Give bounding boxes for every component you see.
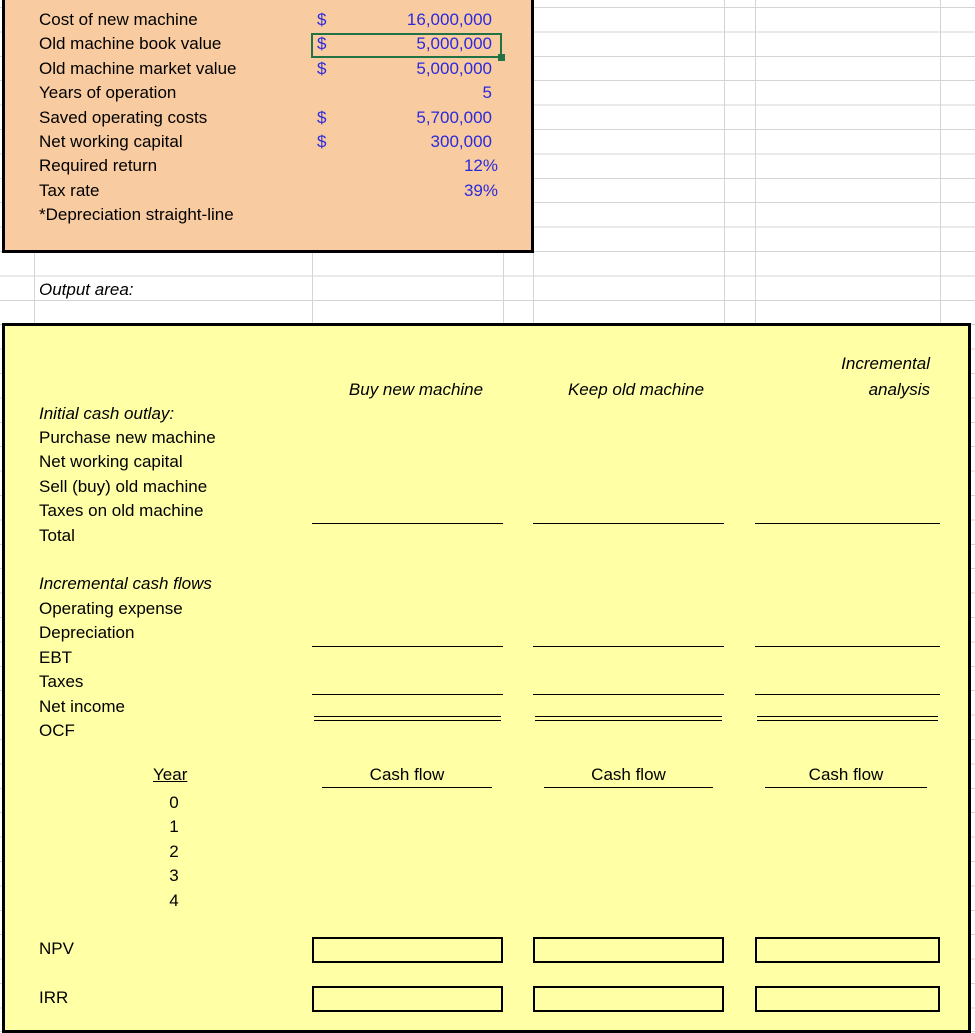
input-label: Old machine market value <box>39 58 237 78</box>
npv-cell[interactable] <box>533 937 724 963</box>
cash-flow-row-label: EBT <box>39 647 73 667</box>
cash-flow-label-buy: Cash flow <box>369 765 445 784</box>
input-value-cell[interactable]: 5,000,000 <box>416 59 492 79</box>
initial-outlay-row-label: Sell (buy) old machine <box>39 476 208 496</box>
year-value: 4 <box>169 890 179 910</box>
currency-symbol: $ <box>317 107 327 127</box>
cash-flow-row-label: Taxes <box>39 672 84 692</box>
input-value-cell[interactable]: 5,700,000 <box>416 108 492 128</box>
input-label: *Depreciation straight-line <box>39 205 234 225</box>
cash-flows-heading: Incremental cash flows <box>39 574 212 593</box>
currency-symbol: $ <box>317 58 327 78</box>
year-label: Year <box>153 765 188 784</box>
input-label: Cost of new machine <box>39 10 198 29</box>
buy-new-machine-header: Buy new machine <box>348 380 484 399</box>
total-underline <box>755 646 940 647</box>
output-area-label: Output area: <box>39 280 134 299</box>
input-label: Tax rate <box>39 180 100 200</box>
total-underline <box>755 694 940 695</box>
total-underline <box>755 523 940 524</box>
total-underline <box>312 646 503 647</box>
double-underline <box>314 716 501 721</box>
year-value: 3 <box>169 866 179 886</box>
irr-label: IRR <box>39 988 69 1007</box>
cash-flow-underline <box>765 787 927 788</box>
cash-flow-row-label: Depreciation <box>39 623 135 643</box>
currency-symbol: $ <box>317 10 327 29</box>
npv-cell[interactable] <box>312 937 503 963</box>
selected-cell[interactable] <box>311 33 505 61</box>
cash-flow-row-label: Net income <box>39 696 125 716</box>
total-underline <box>533 694 724 695</box>
cash-flow-label-incremental: Cash flow <box>808 765 884 784</box>
input-value-cell[interactable]: 12% <box>464 156 498 176</box>
incremental-header-2: analysis <box>868 380 930 399</box>
input-value-cell[interactable]: 5 <box>483 83 492 103</box>
input-label: Saved operating costs <box>39 107 208 127</box>
keep-old-machine-header: Keep old machine <box>567 380 705 399</box>
input-label: Net working capital <box>39 132 183 151</box>
irr-cell[interactable] <box>312 986 503 1012</box>
npv-cell[interactable] <box>755 937 940 963</box>
cash-flow-underline <box>322 787 492 788</box>
incremental-header-1: Incremental <box>841 354 930 373</box>
double-underline <box>757 716 938 721</box>
input-label: Required return <box>39 156 158 176</box>
initial-outlay-row-label: Purchase new machine <box>39 428 216 447</box>
total-underline <box>533 523 724 524</box>
irr-cell[interactable] <box>533 986 724 1012</box>
year-value: 0 <box>169 793 179 812</box>
year-value: 2 <box>169 841 179 861</box>
cash-flow-row-label: Operating expense <box>39 599 183 618</box>
input-value-cell[interactable]: 39% <box>464 181 498 201</box>
input-value-cell[interactable]: 300,000 <box>431 132 492 152</box>
total-underline <box>533 646 724 647</box>
initial-outlay-heading: Initial cash outlay: <box>39 404 175 423</box>
irr-cell[interactable] <box>755 986 940 1012</box>
input-label: Years of operation <box>39 83 177 103</box>
cash-flow-underline <box>544 787 713 788</box>
initial-outlay-row-label: Taxes on old machine <box>39 501 204 521</box>
total-underline <box>312 694 503 695</box>
year-value: 1 <box>169 817 179 837</box>
npv-label: NPV <box>39 939 74 958</box>
initial-outlay-row-label: Net working capital <box>39 452 183 472</box>
total-underline <box>312 523 503 524</box>
initial-outlay-row-label: Total <box>39 525 75 545</box>
cash-flow-label-keep: Cash flow <box>591 765 666 784</box>
currency-symbol: $ <box>317 132 327 151</box>
input-value-cell[interactable]: 16,000,000 <box>407 10 492 30</box>
double-underline <box>535 716 722 721</box>
input-label: Old machine book value <box>39 34 222 54</box>
cash-flow-row-label: OCF <box>39 721 75 740</box>
